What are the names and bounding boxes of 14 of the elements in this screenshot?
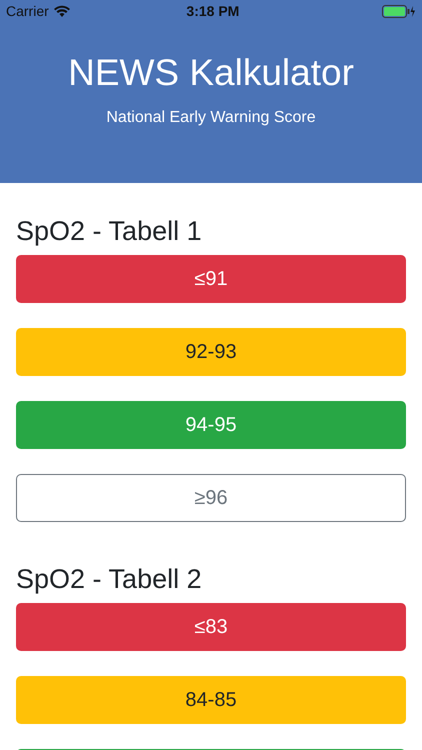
score-button[interactable]: ≤91 (16, 255, 406, 303)
score-button[interactable]: 94-95 (16, 401, 406, 449)
score-button[interactable]: 84-85 (16, 676, 406, 724)
app-subtitle: National Early Warning Score (105, 109, 317, 127)
app-title: NEWS Kalkulator (67, 52, 355, 94)
battery-icon (382, 4, 416, 18)
section-title: SpO2 - Tabell 1 (16, 215, 203, 247)
score-button[interactable]: 92-93 (16, 328, 406, 376)
status-time: 3:18 PM (186, 3, 240, 19)
carrier-label: Carrier (6, 3, 49, 19)
wifi-icon (54, 5, 70, 17)
score-button[interactable]: ≥96 (16, 474, 406, 522)
score-button[interactable]: ≤83 (16, 603, 406, 651)
section-title: SpO2 - Tabell 2 (16, 563, 203, 595)
